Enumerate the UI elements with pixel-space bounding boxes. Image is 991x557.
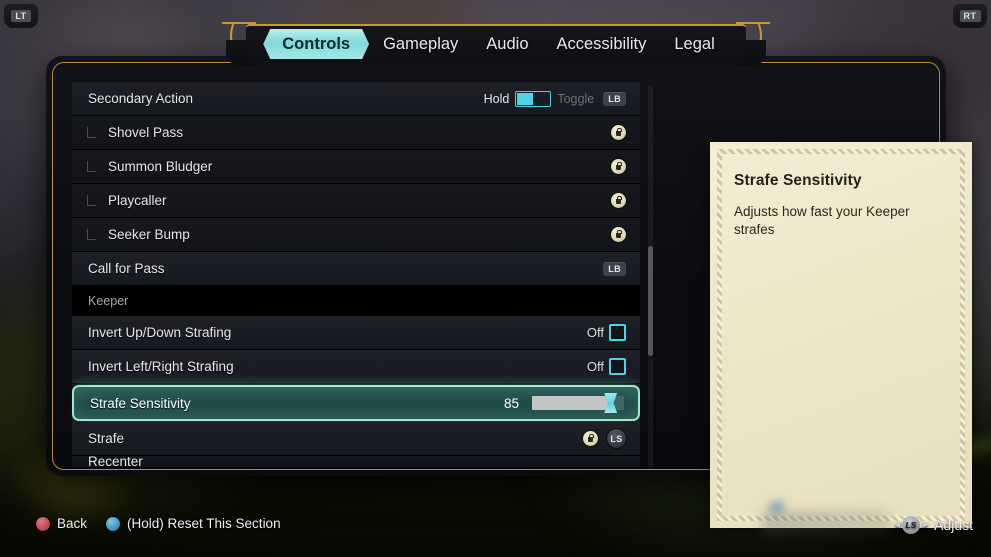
row-control	[611, 193, 626, 208]
row-label: Shovel Pass	[108, 125, 184, 140]
checkbox-value: Off	[586, 325, 604, 340]
tab-gameplay[interactable]: Gameplay	[369, 31, 472, 57]
binding-badge[interactable]: LB	[603, 261, 626, 276]
left-stick-label: LS	[901, 516, 920, 534]
row-label: Seeker Bump	[108, 227, 190, 242]
footer-bar: Back (Hold) Reset This Section ◀ LS ▶ Ad…	[0, 501, 991, 557]
lock-icon	[611, 227, 626, 242]
lock-icon	[611, 125, 626, 140]
settings-row-keeper-section: Keeper	[72, 286, 640, 316]
slider-track[interactable]	[532, 393, 624, 413]
tab-controls[interactable]: Controls	[263, 29, 369, 59]
checkbox-box[interactable]	[609, 358, 626, 375]
left-trigger-label: LT	[11, 10, 31, 22]
hold-toggle-switch[interactable]: Hold Toggle	[484, 90, 594, 107]
switch-option-toggle[interactable]: Toggle	[557, 92, 594, 106]
footer-hints: Back (Hold) Reset This Section	[36, 516, 281, 531]
row-control: LS	[583, 429, 626, 448]
switch-option-hold[interactable]: Hold	[484, 92, 510, 106]
row-label: Playcaller	[108, 193, 167, 208]
row-control	[611, 125, 626, 140]
x-button-icon	[106, 516, 121, 531]
checkbox-value: Off	[586, 359, 604, 374]
row-control: LB	[603, 261, 626, 276]
settings-scrollbar[interactable]	[648, 86, 653, 468]
back-button[interactable]: Back	[36, 516, 87, 531]
settings-row-shovel-pass[interactable]: Shovel Pass	[72, 116, 640, 150]
row-label: Secondary Action	[88, 91, 194, 106]
settings-list[interactable]: Secondary Action Hold Toggle LB Shovel Pass S…	[72, 82, 640, 472]
row-control: 85	[499, 393, 624, 413]
description-title: Strafe Sensitivity	[734, 172, 862, 189]
tab-accessibility[interactable]: Accessibility	[543, 31, 661, 57]
binding-badge[interactable]: LS	[607, 429, 626, 448]
settings-row-secondary-action[interactable]: Secondary Action Hold Toggle LB	[72, 82, 640, 116]
settings-row-invert-up-down[interactable]: Invert Up/Down Strafing Off	[72, 316, 640, 350]
settings-row-call-for-pass[interactable]: Call for Pass LB	[72, 252, 640, 286]
right-trigger-badge[interactable]: RT	[953, 4, 987, 28]
row-label: Summon Bludger	[108, 159, 213, 174]
description-panel: Strafe Sensitivity Adjusts how fast your…	[710, 142, 972, 528]
binding-badge[interactable]: LB	[603, 91, 626, 106]
tree-branch-icon	[87, 127, 96, 138]
row-control	[611, 227, 626, 242]
settings-row-summon-bludger[interactable]: Summon Bludger	[72, 150, 640, 184]
section-header-label: Keeper	[88, 294, 129, 308]
row-label: Strafe	[88, 431, 125, 446]
arrow-left-icon: ◀	[893, 520, 900, 529]
adjust-label: Adjust	[934, 517, 973, 533]
row-control	[611, 159, 626, 174]
switch-track[interactable]	[515, 90, 552, 107]
back-label: Back	[57, 516, 88, 531]
checkbox-control[interactable]: Off	[587, 358, 626, 375]
tab-legal[interactable]: Legal	[660, 31, 728, 57]
row-control: Hold Toggle LB	[484, 90, 626, 107]
settings-row-strafe[interactable]: Strafe LS	[72, 422, 640, 456]
settings-tab-bar: Controls Gameplay Audio Accessibility Legal	[222, 22, 770, 66]
lock-icon	[611, 159, 626, 174]
slider-value: 85	[503, 395, 519, 411]
row-label: Invert Up/Down Strafing	[88, 325, 232, 340]
settings-row-recenter[interactable]: Recenter	[72, 454, 640, 469]
row-label: Strafe Sensitivity	[90, 395, 191, 411]
slider-control[interactable]: 85	[499, 393, 624, 413]
description-body: Adjusts how fast your Keeper strafes	[734, 204, 910, 238]
tree-branch-icon	[87, 229, 96, 240]
right-trigger-label: RT	[959, 10, 981, 22]
reset-label: (Hold) Reset This Section	[127, 516, 281, 531]
scrollbar-thumb[interactable]	[648, 246, 653, 356]
settings-row-playcaller[interactable]: Playcaller	[72, 184, 640, 218]
lock-icon	[583, 431, 598, 446]
row-label: Invert Left/Right Strafing	[88, 359, 234, 374]
row-control: Off	[587, 324, 626, 341]
tab-list: Controls Gameplay Audio Accessibility Legal	[246, 24, 746, 64]
settings-panel: Secondary Action Hold Toggle LB Shovel Pass S…	[46, 56, 972, 528]
faded-hint-ghost-dot	[770, 501, 784, 513]
settings-row-invert-left-right[interactable]: Invert Left/Right Strafing Off	[72, 350, 640, 384]
left-stick-icon: ◀ LS ▶	[894, 516, 928, 534]
row-label: Recenter	[88, 454, 143, 469]
adjust-hint[interactable]: ◀ LS ▶ Adjust	[894, 516, 973, 534]
row-control: Off	[587, 358, 626, 375]
tree-branch-icon	[87, 195, 96, 206]
checkbox-box[interactable]	[609, 324, 626, 341]
settings-row-seeker-bump[interactable]: Seeker Bump	[72, 218, 640, 252]
row-label: Call for Pass	[88, 261, 165, 276]
reset-section-button[interactable]: (Hold) Reset This Section	[106, 516, 281, 531]
switch-knob	[517, 92, 534, 105]
b-button-icon	[36, 516, 50, 531]
arrow-right-icon: ▶	[921, 520, 929, 529]
checkbox-control[interactable]: Off	[587, 324, 626, 341]
settings-row-strafe-sensitivity[interactable]: Strafe Sensitivity 85	[72, 385, 640, 421]
lock-icon	[611, 193, 626, 208]
tree-branch-icon	[87, 161, 96, 172]
left-trigger-badge[interactable]: LT	[4, 4, 38, 28]
faded-hint-ghost	[762, 510, 890, 534]
tab-audio[interactable]: Audio	[472, 31, 542, 57]
